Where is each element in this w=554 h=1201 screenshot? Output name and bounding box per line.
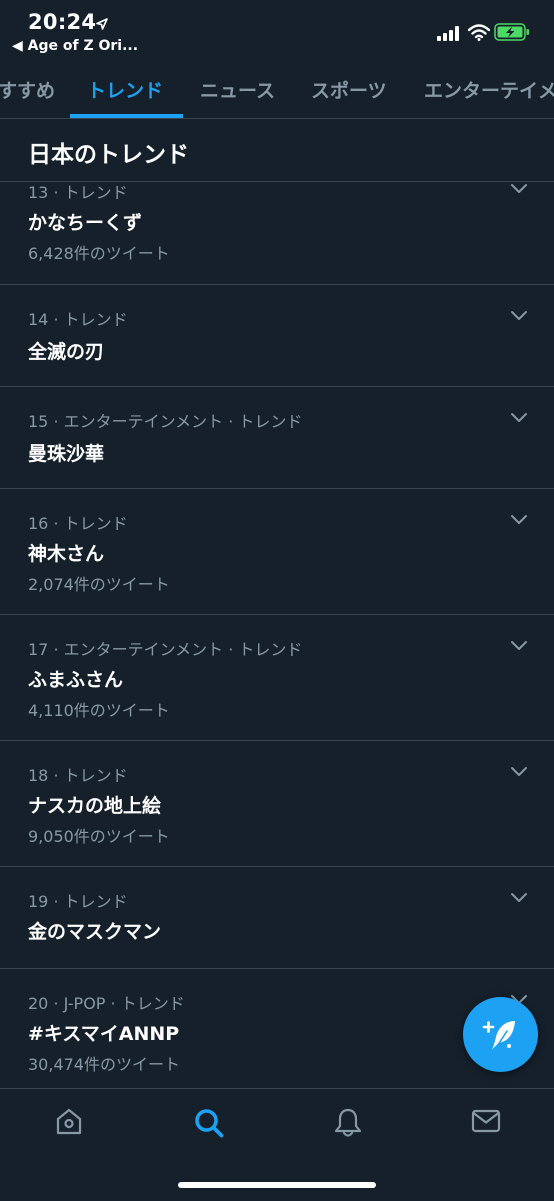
trend-meta: 15 · エンターテインメント · トレンド <box>28 412 303 431</box>
status-time: 20:24 <box>28 10 97 34</box>
battery-charging-icon <box>494 23 530 45</box>
trend-name: かなちーくず <box>28 212 143 234</box>
trend-meta: 18 · トレンド <box>28 766 128 785</box>
trend-name: 全滅の刃 <box>28 341 105 363</box>
tab-trends[interactable]: トレンド <box>87 76 163 103</box>
trend-item[interactable]: 16 · トレンド 神木さん 2,074件のツイート <box>0 489 554 615</box>
compose-tweet-icon <box>482 1021 515 1050</box>
chevron-down-icon[interactable] <box>510 514 528 525</box>
chevron-down-icon[interactable] <box>510 640 528 651</box>
trend-name: 神木さん <box>28 543 105 565</box>
tab-recommended[interactable]: すすめ <box>0 76 55 103</box>
trend-meta: 16 · トレンド <box>28 514 128 533</box>
tab-sports[interactable]: スポーツ <box>311 76 387 103</box>
trend-item[interactable]: 19 · トレンド 金のマスクマン <box>0 867 554 969</box>
wifi-icon <box>467 24 491 45</box>
trend-item[interactable]: 13 · トレンド かなちーくず 6,428件のツイート <box>0 182 554 285</box>
chevron-down-icon[interactable] <box>510 183 528 194</box>
trend-tweet-count: 2,074件のツイート <box>28 575 170 594</box>
home-icon[interactable] <box>54 1107 84 1137</box>
page-title: 日本のトレンド <box>28 142 189 168</box>
explore-tabs: すすめ トレンド ニュース スポーツ エンターテイメ <box>0 60 554 119</box>
trend-item[interactable]: 18 · トレンド ナスカの地上絵 9,050件のツイート <box>0 741 554 867</box>
trend-name: 金のマスクマン <box>28 921 162 943</box>
trend-name: ふまふさん <box>28 669 124 691</box>
notifications-bell-icon[interactable] <box>333 1107 363 1139</box>
trend-meta: 20 · J-POP · トレンド <box>28 994 185 1013</box>
messages-envelope-icon[interactable] <box>471 1107 501 1135</box>
back-to-app-link[interactable]: ◀ Age of Z Ori... <box>12 38 138 54</box>
compose-tweet-button[interactable] <box>463 997 538 1072</box>
trend-meta: 17 · エンターテインメント · トレンド <box>28 640 303 659</box>
trend-item[interactable]: 17 · エンターテインメント · トレンド ふまふさん 4,110件のツイート <box>0 615 554 741</box>
trend-tweet-count: 30,474件のツイート <box>28 1055 180 1074</box>
trend-name: 曼珠沙華 <box>28 443 105 465</box>
trend-tweet-count: 6,428件のツイート <box>28 244 170 263</box>
trend-list: 13 · トレンド かなちーくず 6,428件のツイート 14 · トレンド 全… <box>0 182 554 1088</box>
trend-item[interactable]: 15 · エンターテインメント · トレンド 曼珠沙華 <box>0 387 554 489</box>
trend-meta: 14 · トレンド <box>28 310 128 329</box>
chevron-down-icon[interactable] <box>510 412 528 423</box>
trend-meta: 13 · トレンド <box>28 183 128 202</box>
trend-name: #キスマイANNP <box>28 1023 180 1045</box>
search-icon[interactable] <box>193 1107 225 1139</box>
chevron-down-icon[interactable] <box>510 766 528 777</box>
chevron-down-icon[interactable] <box>510 892 528 903</box>
tab-entertainment[interactable]: エンターテイメ <box>424 76 554 103</box>
status-bar: 20:24 ◀ Age of Z Ori... <box>0 0 554 60</box>
trend-meta: 19 · トレンド <box>28 892 128 911</box>
trend-item[interactable]: 14 · トレンド 全滅の刃 <box>0 285 554 387</box>
cellular-signal-icon <box>437 26 461 45</box>
trend-name: ナスカの地上絵 <box>28 795 162 817</box>
chevron-down-icon[interactable] <box>510 310 528 321</box>
tab-news[interactable]: ニュース <box>200 76 275 103</box>
trend-tweet-count: 4,110件のツイート <box>28 701 170 720</box>
active-tab-indicator <box>70 114 183 118</box>
home-indicator[interactable] <box>178 1182 376 1188</box>
location-arrow-icon <box>96 15 108 34</box>
trend-tweet-count: 9,050件のツイート <box>28 827 170 846</box>
